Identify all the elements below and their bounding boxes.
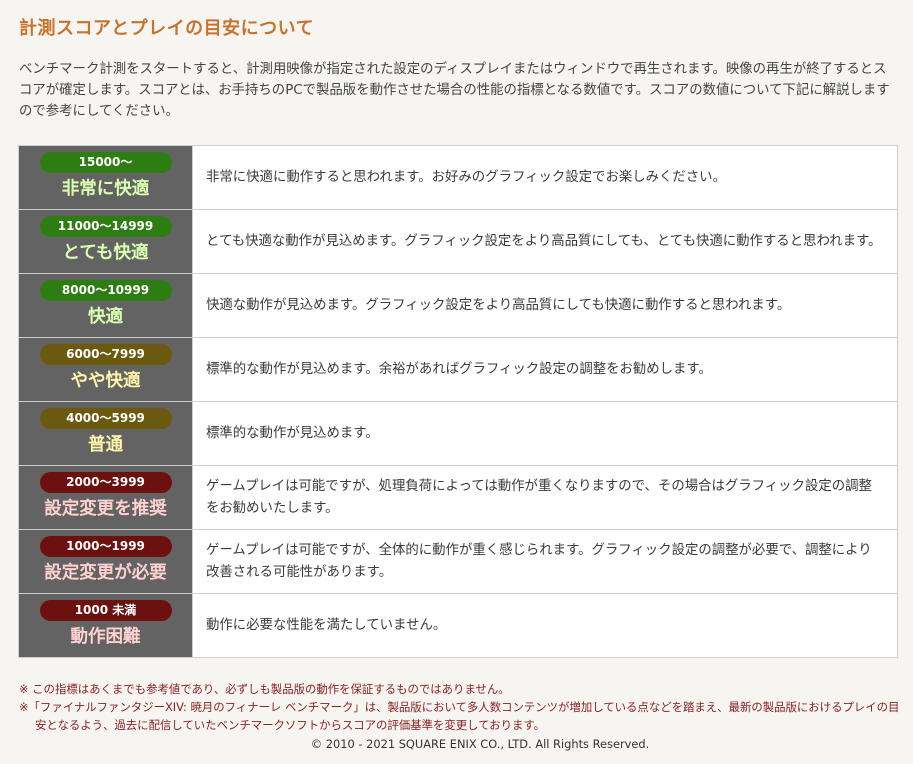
score-range-badge: 8000～10999 <box>39 280 172 301</box>
rank-cell: 1000 未満 動作困難 <box>18 593 193 658</box>
rank-label: 1000 未満 動作困難 <box>19 594 192 649</box>
score-range-badge: 6000～7999 <box>39 344 172 365</box>
score-table-body: 15000～ 非常に快適 非常に快適に動作すると思われます。お好みのグラフィック… <box>18 145 898 658</box>
rank-name: 普通 <box>88 435 123 455</box>
rank-description: 標準的な動作が見込めます。 <box>192 401 898 466</box>
rank-name: 快適 <box>88 307 123 327</box>
score-range-badge: 1000～1999 <box>39 536 172 557</box>
copyright-notice: © 2010 - 2021 SQUARE ENIX CO., LTD. All … <box>310 737 650 751</box>
rank-description: ゲームプレイは可能ですが、処理負荷によっては動作が重くなりますので、その場合はグ… <box>192 465 898 530</box>
footnote: ※「ファイナルファンタジーXIV: 暁月のフィナーレ ベンチマーク」は、製品版に… <box>19 700 900 732</box>
rank-name: 設定変更を推奨 <box>44 499 167 519</box>
rank-label: 15000～ 非常に快適 <box>19 146 192 201</box>
rank-description: 快適な動作が見込めます。グラフィック設定をより高品質にしても快適に動作すると思わ… <box>192 273 898 338</box>
footnotes: ※ この指標はあくまでも参考値であり、必ずしも製品版の動作を保証するものではあり… <box>19 680 903 734</box>
score-range-badge: 1000 未満 <box>39 600 172 621</box>
rank-cell: 15000～ 非常に快適 <box>18 145 193 210</box>
score-table: 15000～ 非常に快適 非常に快適に動作すると思われます。お好みのグラフィック… <box>18 145 898 658</box>
score-range-badge: 4000～5999 <box>39 408 172 429</box>
score-range-badge: 11000～14999 <box>39 216 172 237</box>
score-guide-page: 計測スコアとプレイの目安について ベンチマーク計測をスタートすると、計測用映像が… <box>0 0 913 764</box>
rank-label: 6000～7999 やや快適 <box>19 338 192 393</box>
rank-label: 2000～3999 設定変更を推奨 <box>19 466 192 521</box>
rank-cell: 2000～3999 設定変更を推奨 <box>18 465 193 530</box>
rank-label: 1000～1999 設定変更が必要 <box>19 530 192 585</box>
rank-name: 非常に快適 <box>61 179 150 199</box>
rank-cell: 6000～7999 やや快適 <box>18 337 193 402</box>
score-range-badge: 2000～3999 <box>39 472 172 493</box>
rank-description: とても快適な動作が見込めます。グラフィック設定をより高品質にしても、とても快適に… <box>192 209 898 274</box>
score-row: 6000～7999 やや快適 標準的な動作が見込めます。余裕があればグラフィック… <box>18 337 898 402</box>
score-row: 1000 未満 動作困難 動作に必要な性能を満たしていません。 <box>18 593 898 658</box>
rank-description: 非常に快適に動作すると思われます。お好みのグラフィック設定でお楽しみください。 <box>192 145 898 210</box>
rank-description: 標準的な動作が見込めます。余裕があればグラフィック設定の調整をお勧めします。 <box>192 337 898 402</box>
rank-label: 8000～10999 快適 <box>19 274 192 329</box>
rank-name: とても快適 <box>62 243 149 263</box>
score-row: 15000～ 非常に快適 非常に快適に動作すると思われます。お好みのグラフィック… <box>18 145 898 210</box>
score-row: 11000～14999 とても快適 とても快適な動作が見込めます。グラフィック設… <box>18 209 898 274</box>
rank-name: 設定変更が必要 <box>44 563 167 583</box>
footnote: ※ この指標はあくまでも参考値であり、必ずしも製品版の動作を保証するものではあり… <box>19 682 510 696</box>
rank-cell: 4000～5999 普通 <box>18 401 193 466</box>
score-row: 1000～1999 設定変更が必要 ゲームプレイは可能ですが、全体的に動作が重く… <box>18 529 898 594</box>
rank-cell: 11000～14999 とても快適 <box>18 209 193 274</box>
rank-name: やや快適 <box>70 371 141 391</box>
rank-name: 動作困難 <box>70 627 141 647</box>
page-title: 計測スコアとプレイの目安について <box>19 18 315 39</box>
score-row: 8000～10999 快適 快適な動作が見込めます。グラフィック設定をより高品質… <box>18 273 898 338</box>
rank-description: 動作に必要な性能を満たしていません。 <box>192 593 898 658</box>
rank-label: 11000～14999 とても快適 <box>19 210 192 265</box>
score-row: 4000～5999 普通 標準的な動作が見込めます。 <box>18 401 898 466</box>
intro-paragraph: ベンチマーク計測をスタートすると、計測用映像が指定された設定のディスプレイまたは… <box>19 62 890 119</box>
score-row: 2000～3999 設定変更を推奨 ゲームプレイは可能ですが、処理負荷によっては… <box>18 465 898 530</box>
rank-label: 4000～5999 普通 <box>19 402 192 457</box>
rank-cell: 8000～10999 快適 <box>18 273 193 338</box>
score-range-badge: 15000～ <box>39 152 172 173</box>
rank-description: ゲームプレイは可能ですが、全体的に動作が重く感じられます。グラフィック設定の調整… <box>192 529 898 594</box>
rank-cell: 1000～1999 設定変更が必要 <box>18 529 193 594</box>
